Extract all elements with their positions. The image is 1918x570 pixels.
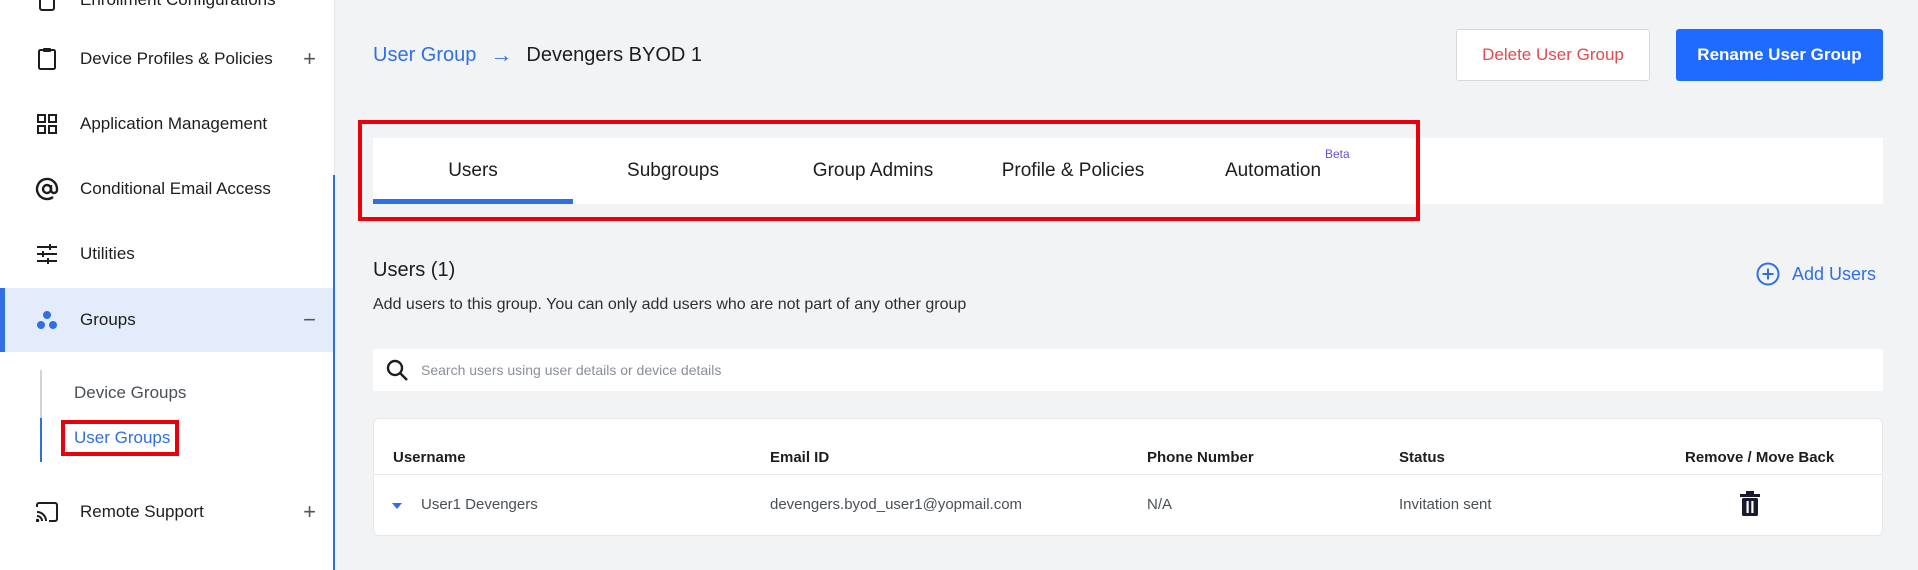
cast-icon (34, 499, 60, 525)
device-icon (34, 0, 60, 13)
add-users-button[interactable]: Add Users (1756, 262, 1876, 286)
cell-email: devengers.byod_user1@yopmail.com (770, 496, 1023, 513)
sidebar-item-label: Remote Support (80, 502, 204, 521)
clipboard-icon (34, 46, 60, 72)
search-input[interactable] (419, 361, 1883, 379)
column-header-username: Username (393, 449, 466, 466)
sidebar-item-label: Application Management (80, 114, 268, 133)
cell-username: User1 Devengers (421, 496, 538, 513)
arrow-right-icon: → (490, 42, 513, 67)
sidebar: Enrollment Configurations Device Profile… (0, 0, 335, 570)
column-header-remove-move-back: Remove / Move Back (1685, 449, 1835, 466)
rename-user-group-button[interactable]: Rename User Group (1676, 29, 1883, 81)
sidebar-subitem-device-groups[interactable]: Device Groups (74, 383, 186, 403)
column-header-phone: Phone Number (1147, 449, 1254, 466)
grid-icon (34, 111, 60, 137)
subnav-line (40, 370, 42, 418)
delete-user-group-button[interactable]: Delete User Group (1456, 29, 1650, 81)
table-divider (374, 474, 1882, 475)
sidebar-item-label: Enrollment Configurations (80, 0, 276, 10)
sidebar-item-label: Groups (80, 310, 136, 329)
at-icon (34, 176, 60, 202)
minus-icon[interactable]: − (303, 307, 316, 333)
add-users-label: Add Users (1792, 263, 1877, 284)
sidebar-item-utilities[interactable]: Utilities (0, 222, 334, 286)
sidebar-item-device-profiles-policies[interactable]: Device Profiles & Policies + (0, 27, 334, 91)
plus-icon[interactable]: + (303, 499, 316, 525)
sidebar-item-label: Utilities (80, 244, 135, 263)
users-section-description: Add users to this group. You can only ad… (373, 296, 967, 313)
tabs-highlight-box (358, 120, 1420, 221)
sidebar-item-groups[interactable]: Groups − (0, 288, 334, 352)
users-section-title: Users (1) (373, 259, 456, 281)
page-title: Devengers BYOD 1 (526, 43, 703, 66)
search-icon (385, 358, 409, 382)
groups-icon (34, 307, 60, 333)
cell-phone: N/A (1147, 496, 1173, 513)
search-box (373, 349, 1883, 391)
users-table: Username Email ID Phone Number Status Re… (373, 418, 1883, 536)
plus-circle-icon (1756, 262, 1780, 286)
breadcrumb: User Group → Devengers BYOD 1 (373, 40, 702, 70)
sidebar-item-application-management[interactable]: Application Management (0, 92, 334, 156)
cell-status: Invitation sent (1399, 496, 1492, 513)
sliders-icon (34, 241, 60, 267)
user-groups-highlight-box (61, 420, 179, 456)
trash-icon[interactable] (1739, 491, 1761, 517)
caret-down-icon[interactable] (392, 503, 402, 509)
sidebar-border-accent (333, 175, 335, 570)
sidebar-item-remote-support[interactable]: Remote Support + (0, 480, 334, 544)
subnav-line-active (40, 418, 42, 462)
column-header-status: Status (1399, 449, 1445, 466)
sidebar-item-label: Device Profiles & Policies (80, 49, 273, 68)
breadcrumb-user-group-link[interactable]: User Group (373, 44, 476, 67)
sidebar-item-conditional-email-access[interactable]: Conditional Email Access (0, 157, 334, 221)
plus-icon[interactable]: + (303, 46, 316, 72)
column-header-email: Email ID (770, 449, 830, 466)
sidebar-item-label: Conditional Email Access (80, 179, 271, 198)
